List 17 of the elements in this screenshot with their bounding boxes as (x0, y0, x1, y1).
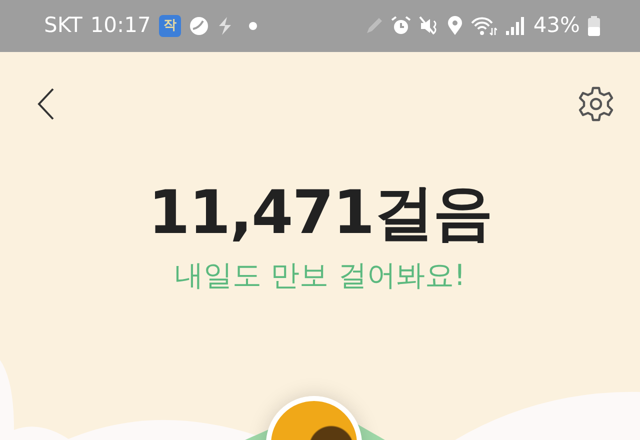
clock-time: 10:17 (90, 12, 151, 40)
carrier-name: SKT (44, 12, 82, 40)
step-count: 11,471걸음 (147, 180, 493, 246)
battery-icon (588, 16, 600, 36)
settings-icon[interactable] (578, 86, 614, 122)
alarm-icon (391, 16, 412, 36)
wifi-icon (471, 16, 498, 36)
app-icon (216, 16, 233, 36)
back-icon[interactable] (36, 87, 56, 121)
browser-icon (188, 16, 209, 36)
location-icon (447, 16, 464, 36)
pencil-icon (365, 17, 384, 35)
encouragement-message: 내일도 만보 걸어봐요! (173, 257, 467, 294)
app-notification-icon: 작 (158, 15, 181, 37)
signal-icon (505, 16, 526, 36)
battery-percent: 43% (533, 12, 580, 40)
dot-icon (248, 22, 257, 30)
